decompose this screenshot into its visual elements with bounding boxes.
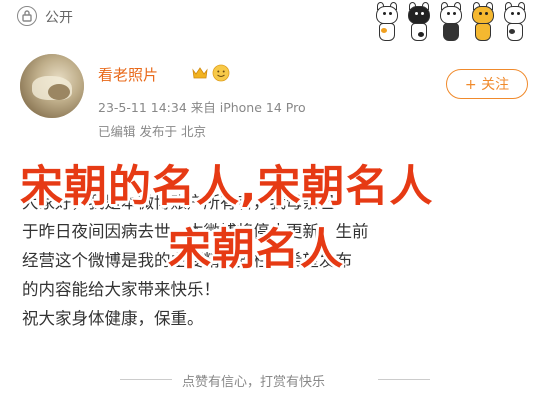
- watermark-line-1: 宋朝的名人,宋朝名人: [20, 162, 434, 212]
- post-line: 的内容能给大家带来快乐！: [22, 280, 220, 299]
- post-location: 已编辑 发布于 北京: [98, 124, 206, 139]
- reward-text[interactable]: 点赞有信心，打赏有快乐: [182, 371, 325, 390]
- username[interactable]: 看老照片: [98, 64, 158, 85]
- cat-sticker-icon: [500, 2, 530, 44]
- divider: [120, 379, 172, 380]
- cat-sticker-icon: [436, 2, 466, 44]
- lock-icon: [17, 6, 37, 26]
- cat-stickers: [372, 2, 530, 44]
- reward-footer: 点赞有信心，打赏有快乐: [0, 370, 550, 390]
- watermark-line-2: 宋朝名人: [168, 225, 344, 275]
- avatar[interactable]: [20, 54, 84, 118]
- smiley-badge-icon: [212, 64, 230, 82]
- top-bar: 公开: [0, 0, 550, 41]
- post-time-device: 23-5-11 14:34 来自 iPhone 14 Pro: [98, 100, 306, 115]
- post-line: 祝大家身体健康，保重。: [22, 309, 204, 328]
- cat-sticker-icon: [404, 2, 434, 44]
- privacy-label[interactable]: 公开: [45, 7, 73, 27]
- cat-sticker-icon: [372, 2, 402, 44]
- divider: [378, 379, 430, 380]
- crown-icon: [192, 67, 208, 79]
- cat-sticker-icon: [468, 2, 498, 44]
- follow-button[interactable]: + 关注: [446, 69, 528, 99]
